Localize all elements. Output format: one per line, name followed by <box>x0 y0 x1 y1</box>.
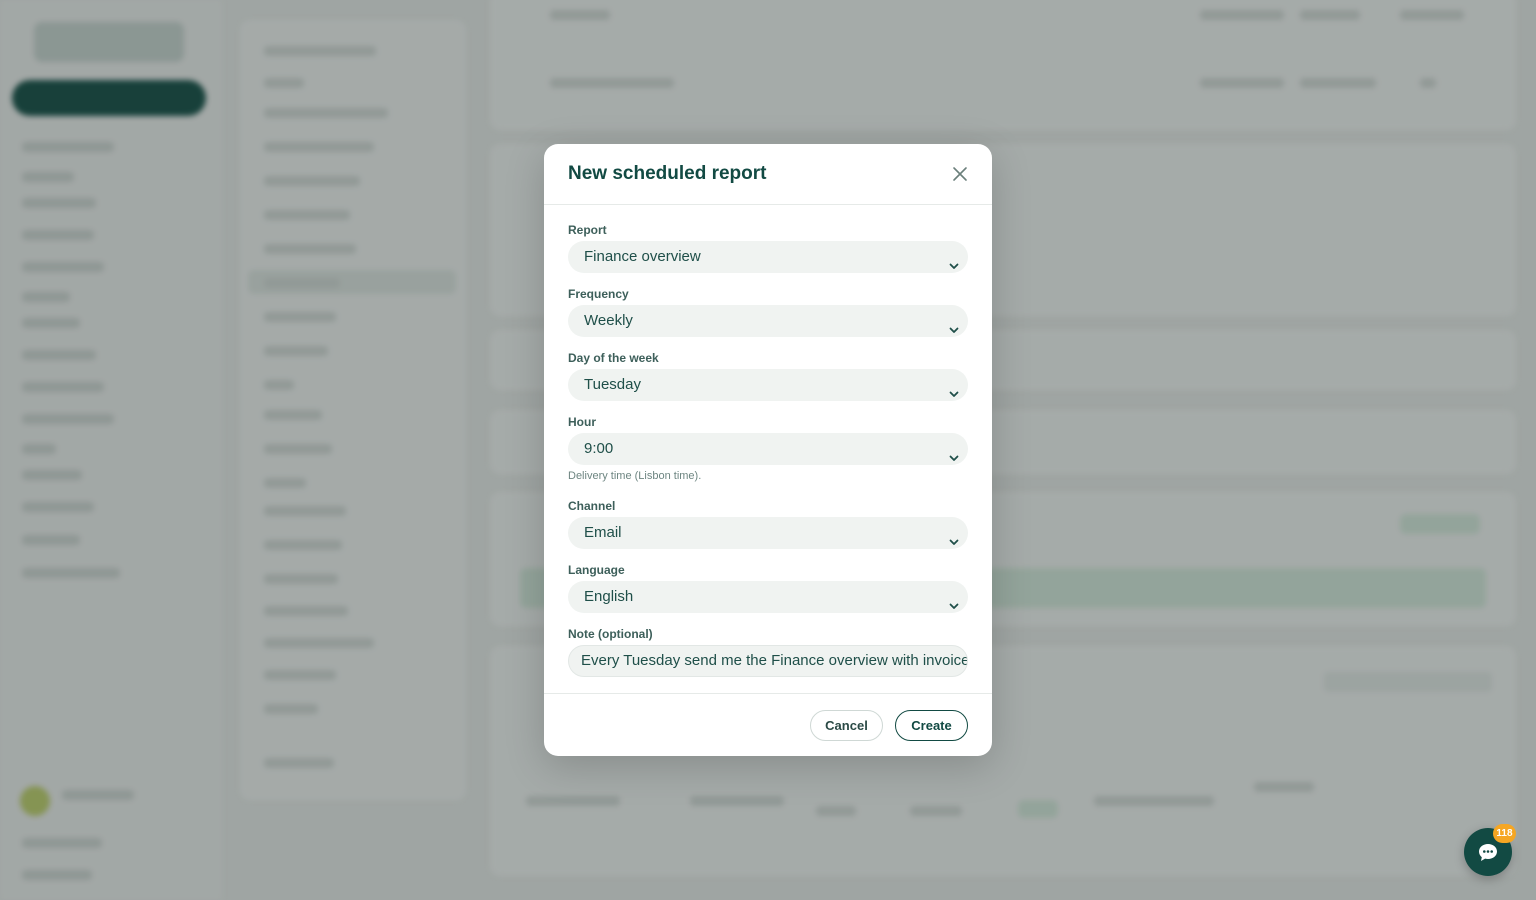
hour-help-text: Delivery time (Lisbon time). <box>568 470 702 482</box>
report-label: Report <box>568 223 607 237</box>
language-label: Language <box>568 563 625 577</box>
note-label: Note (optional) <box>568 627 653 641</box>
dialog-header: New scheduled report <box>544 144 992 205</box>
day-of-week-select[interactable]: Tuesday <box>568 369 968 401</box>
channel-select[interactable]: Email <box>568 517 968 549</box>
chevron-down-icon <box>948 444 960 461</box>
hour-label: Hour <box>568 415 596 429</box>
frequency-select[interactable]: Weekly <box>568 305 968 337</box>
language-select-value: English <box>584 588 634 605</box>
close-icon <box>953 167 967 181</box>
channel-select-value: Email <box>584 524 622 541</box>
chevron-down-icon <box>948 592 960 609</box>
chevron-down-icon <box>948 380 960 397</box>
language-select[interactable]: English <box>568 581 968 613</box>
new-scheduled-report-dialog: New scheduled report Report Finance over… <box>544 144 992 756</box>
cancel-button[interactable]: Cancel <box>810 710 883 741</box>
hour-select[interactable]: 9:00 <box>568 433 968 465</box>
chevron-down-icon <box>948 316 960 333</box>
frequency-label: Frequency <box>568 287 629 301</box>
hour-select-value: 9:00 <box>584 440 614 457</box>
frequency-select-value: Weekly <box>584 312 633 329</box>
dialog-footer: Cancel Create <box>544 693 992 756</box>
dialog-title: New scheduled report <box>568 163 767 184</box>
create-button[interactable]: Create <box>895 710 968 741</box>
note-input[interactable]: Every Tuesday send me the Finance overvi… <box>568 645 968 677</box>
chevron-down-icon <box>948 528 960 545</box>
close-button[interactable] <box>950 164 970 184</box>
report-select[interactable]: Finance overview <box>568 241 968 273</box>
report-select-value: Finance overview <box>584 248 701 265</box>
chat-bubble-icon <box>1479 844 1497 861</box>
channel-label: Channel <box>568 499 616 513</box>
day-of-week-label: Day of the week <box>568 351 659 365</box>
chat-notification-badge: 118 <box>1493 824 1516 843</box>
day-of-week-select-value: Tuesday <box>584 376 641 393</box>
chevron-down-icon <box>948 252 960 269</box>
